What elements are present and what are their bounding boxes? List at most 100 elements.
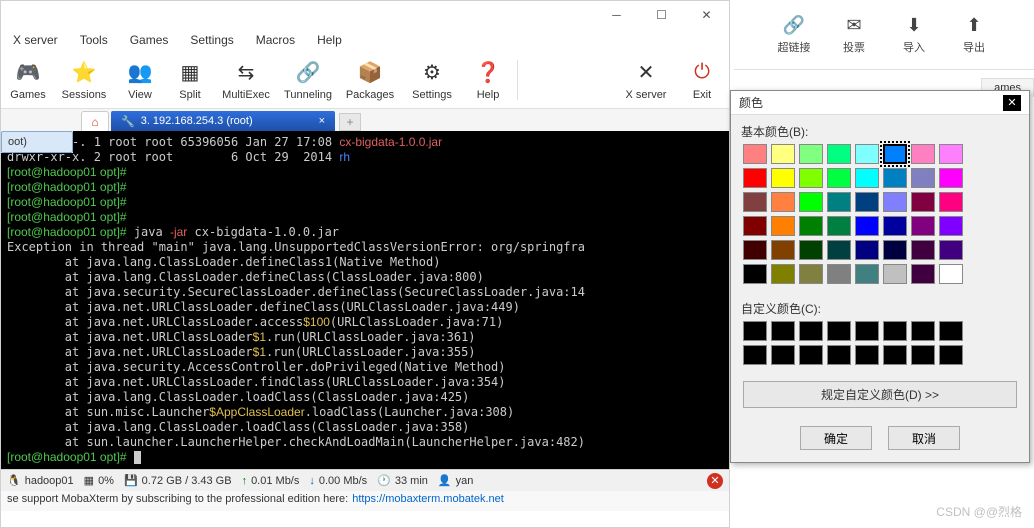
color-swatch[interactable] bbox=[743, 144, 767, 164]
color-swatch[interactable] bbox=[883, 168, 907, 188]
footer-link[interactable]: https://mobaxterm.mobatek.net bbox=[352, 493, 504, 509]
custom-swatch[interactable] bbox=[939, 345, 963, 365]
color-swatch[interactable] bbox=[743, 216, 767, 236]
color-swatch[interactable] bbox=[855, 168, 879, 188]
right-tool-超链接[interactable]: 🔗超链接 bbox=[764, 15, 824, 55]
toolbar-settings[interactable]: ⚙Settings bbox=[401, 59, 463, 101]
tree-node[interactable]: oot) bbox=[1, 131, 73, 153]
menu-x-server[interactable]: X server bbox=[3, 31, 68, 49]
color-swatch[interactable] bbox=[827, 192, 851, 212]
color-swatch[interactable] bbox=[771, 264, 795, 284]
color-swatch[interactable] bbox=[939, 216, 963, 236]
color-swatch[interactable] bbox=[939, 264, 963, 284]
menu-games[interactable]: Games bbox=[120, 31, 179, 49]
custom-swatch[interactable] bbox=[771, 345, 795, 365]
new-tab-button[interactable]: + bbox=[339, 113, 361, 131]
color-swatch[interactable] bbox=[855, 216, 879, 236]
cancel-button[interactable]: 取消 bbox=[888, 426, 960, 450]
color-swatch[interactable] bbox=[771, 240, 795, 260]
menu-tools[interactable]: Tools bbox=[70, 31, 118, 49]
color-swatch[interactable] bbox=[743, 240, 767, 260]
status-close[interactable]: ✕ bbox=[707, 473, 723, 489]
custom-swatch[interactable] bbox=[743, 345, 767, 365]
color-swatch[interactable] bbox=[855, 240, 879, 260]
color-swatch[interactable] bbox=[883, 264, 907, 284]
custom-swatch[interactable] bbox=[911, 345, 935, 365]
toolbar-exit[interactable]: ⏻Exit bbox=[677, 59, 727, 101]
minimize-button[interactable]: ─ bbox=[594, 1, 639, 29]
color-swatch[interactable] bbox=[883, 240, 907, 260]
right-tool-导入[interactable]: ⬇导入 bbox=[884, 15, 944, 55]
color-swatch[interactable] bbox=[911, 168, 935, 188]
color-swatch[interactable] bbox=[827, 168, 851, 188]
color-swatch[interactable] bbox=[743, 264, 767, 284]
custom-swatch[interactable] bbox=[883, 345, 907, 365]
right-tool-投票[interactable]: ✉投票 bbox=[824, 15, 884, 55]
color-swatch[interactable] bbox=[799, 192, 823, 212]
toolbar-games[interactable]: 🎮Games bbox=[3, 59, 53, 101]
color-swatch[interactable] bbox=[855, 192, 879, 212]
terminal[interactable]: -rw-r--r--. 1 root root 65396056 Jan 27 … bbox=[1, 131, 729, 469]
custom-swatch[interactable] bbox=[883, 321, 907, 341]
custom-swatch[interactable] bbox=[799, 345, 823, 365]
color-swatch[interactable] bbox=[799, 264, 823, 284]
color-swatch[interactable] bbox=[771, 192, 795, 212]
custom-swatch[interactable] bbox=[911, 321, 935, 341]
color-swatch[interactable] bbox=[939, 192, 963, 212]
tab-close-icon[interactable]: × bbox=[319, 115, 325, 127]
custom-swatch[interactable] bbox=[939, 321, 963, 341]
color-swatch[interactable] bbox=[939, 168, 963, 188]
custom-swatch[interactable] bbox=[771, 321, 795, 341]
color-swatch[interactable] bbox=[911, 264, 935, 284]
toolbar-packages[interactable]: 📦Packages bbox=[339, 59, 401, 101]
custom-swatch[interactable] bbox=[827, 321, 851, 341]
color-swatch[interactable] bbox=[827, 144, 851, 164]
color-swatch[interactable] bbox=[883, 192, 907, 212]
custom-swatch[interactable] bbox=[799, 321, 823, 341]
ok-button[interactable]: 确定 bbox=[800, 426, 872, 450]
dialog-close-button[interactable]: ✕ bbox=[1003, 95, 1021, 111]
color-swatch[interactable] bbox=[799, 144, 823, 164]
define-custom-button[interactable]: 规定自定义颜色(D) >> bbox=[743, 381, 1017, 408]
color-swatch[interactable] bbox=[799, 168, 823, 188]
color-swatch[interactable] bbox=[771, 144, 795, 164]
toolbar-help[interactable]: ❓Help bbox=[463, 59, 513, 101]
color-swatch[interactable] bbox=[799, 240, 823, 260]
maximize-button[interactable]: ☐ bbox=[639, 1, 684, 29]
color-swatch[interactable] bbox=[743, 192, 767, 212]
custom-swatch[interactable] bbox=[827, 345, 851, 365]
color-swatch[interactable] bbox=[827, 216, 851, 236]
session-tab[interactable]: 🔧 3. 192.168.254.3 (root) × bbox=[111, 111, 335, 131]
close-button[interactable]: ✕ bbox=[684, 1, 729, 29]
color-swatch[interactable] bbox=[883, 144, 907, 164]
color-swatch[interactable] bbox=[855, 144, 879, 164]
toolbar-view[interactable]: 👥View bbox=[115, 59, 165, 101]
right-tool-导出[interactable]: ⬆导出 bbox=[944, 15, 1004, 55]
color-swatch[interactable] bbox=[911, 240, 935, 260]
color-swatch[interactable] bbox=[911, 192, 935, 212]
color-swatch[interactable] bbox=[827, 264, 851, 284]
toolbar-split[interactable]: ▦Split bbox=[165, 59, 215, 101]
color-swatch[interactable] bbox=[911, 216, 935, 236]
custom-swatch[interactable] bbox=[855, 321, 879, 341]
color-swatch[interactable] bbox=[771, 168, 795, 188]
color-swatch[interactable] bbox=[855, 264, 879, 284]
toolbar-multiexec[interactable]: ⇆MultiExec bbox=[215, 59, 277, 101]
toolbar-tunneling[interactable]: 🔗Tunneling bbox=[277, 59, 339, 101]
custom-swatch[interactable] bbox=[743, 321, 767, 341]
home-tab[interactable]: ⌂ bbox=[81, 111, 109, 131]
menu-settings[interactable]: Settings bbox=[180, 31, 243, 49]
color-swatch[interactable] bbox=[911, 144, 935, 164]
custom-swatch[interactable] bbox=[855, 345, 879, 365]
color-swatch[interactable] bbox=[883, 216, 907, 236]
toolbar-sessions[interactable]: ⭐Sessions bbox=[53, 59, 115, 101]
menu-help[interactable]: Help bbox=[307, 31, 352, 49]
color-swatch[interactable] bbox=[799, 216, 823, 236]
color-swatch[interactable] bbox=[771, 216, 795, 236]
color-swatch[interactable] bbox=[939, 144, 963, 164]
color-swatch[interactable] bbox=[939, 240, 963, 260]
toolbar-x-server[interactable]: ✕X server bbox=[615, 59, 677, 101]
color-swatch[interactable] bbox=[743, 168, 767, 188]
menu-macros[interactable]: Macros bbox=[246, 31, 305, 49]
color-swatch[interactable] bbox=[827, 240, 851, 260]
